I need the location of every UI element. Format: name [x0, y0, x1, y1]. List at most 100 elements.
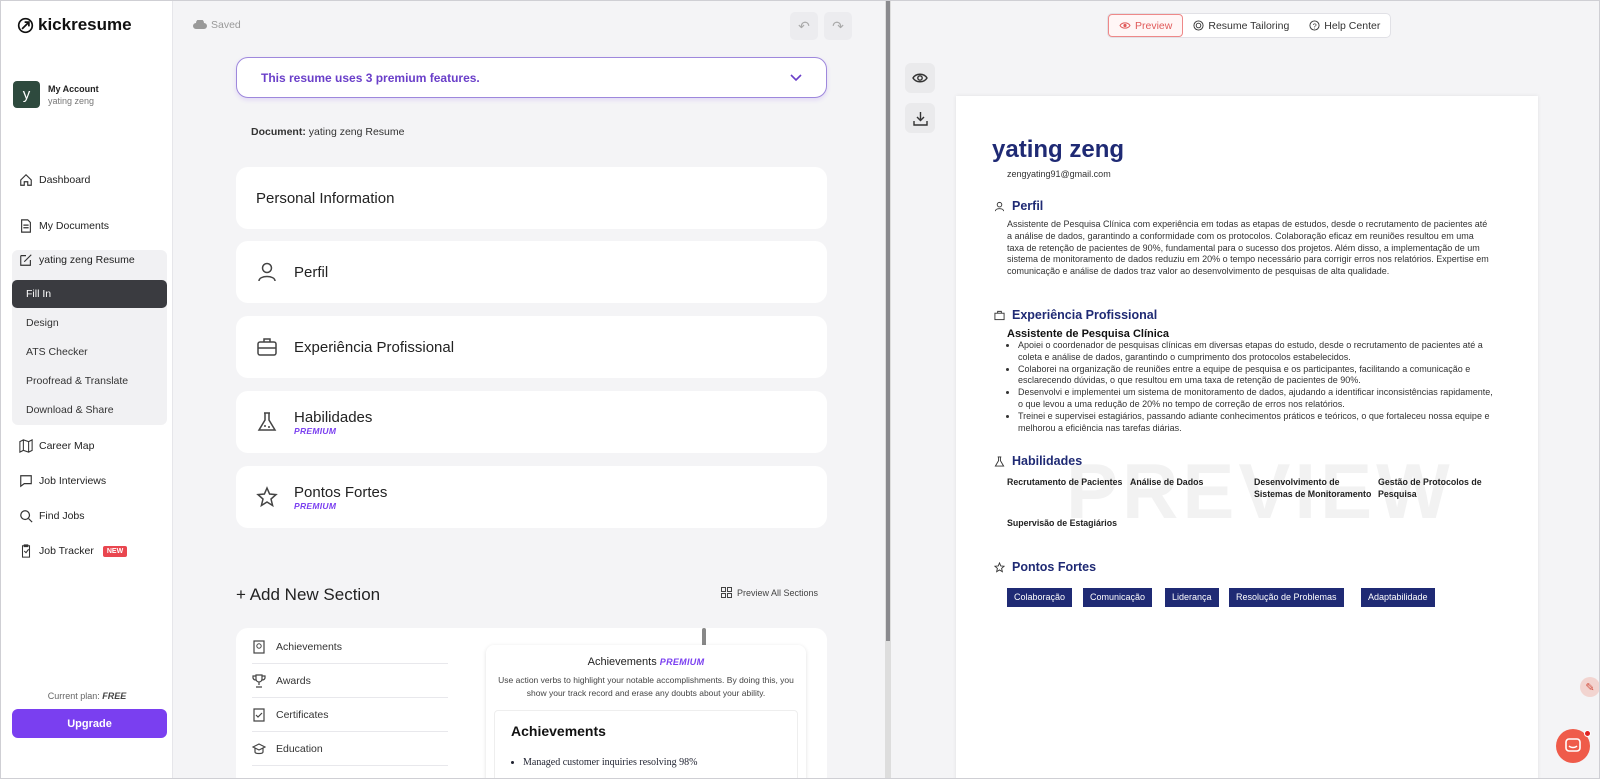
resume-skills-heading: Habilidades — [994, 454, 1082, 468]
new-section-list-panel: Achievements Awards Certificates Educati… — [236, 628, 827, 778]
document-label: Document: — [251, 126, 306, 138]
list-item-education[interactable]: Education — [252, 732, 448, 766]
resume-bullet: Treinei e supervisei estagiários, passan… — [1018, 411, 1496, 435]
resume-email: zengyating91@gmail.com — [1007, 169, 1111, 179]
flask-icon — [994, 455, 1005, 467]
svg-text:?: ? — [1313, 21, 1317, 30]
resume-bullet: Desenvolvi e implementei um sistema de m… — [1018, 387, 1496, 411]
undo-button[interactable]: ↶ — [790, 12, 818, 40]
list-item-awards[interactable]: Awards — [252, 664, 448, 698]
section-perfil[interactable]: Perfil — [236, 241, 827, 303]
list-item-achievements[interactable]: Achievements — [252, 630, 448, 664]
document-submenu: yating zeng Resume Fill In Design ATS Ch… — [12, 250, 167, 425]
edit-icon — [20, 254, 32, 266]
nav-find-jobs-label: Find Jobs — [39, 510, 85, 522]
premium-tag: PREMIUM — [659, 657, 705, 667]
section-habilidades[interactable]: Habilidades PREMIUM — [236, 391, 827, 453]
ach-card-sample: Achievements Managed customer inquiries … — [494, 709, 798, 778]
notification-dot — [1584, 730, 1591, 737]
tab-help-center-label: Help Center — [1324, 19, 1381, 32]
person-icon — [258, 262, 276, 282]
nav-career-map[interactable]: Career Map — [19, 439, 94, 453]
redo-button[interactable]: ↷ — [824, 12, 852, 40]
trophy-icon — [252, 673, 266, 688]
premium-tag: PREMIUM — [294, 500, 337, 511]
nav-job-interviews[interactable]: Job Interviews — [19, 474, 106, 488]
upgrade-button[interactable]: Upgrade — [12, 709, 167, 738]
certificate-icon — [253, 707, 265, 722]
list-item-certificates[interactable]: Certificates — [252, 698, 448, 732]
section-title: Experiência Profissional — [294, 338, 455, 356]
list-item-label: Education — [276, 742, 323, 755]
preview-tabs: Preview Resume Tailoring ? Help Center — [1107, 13, 1392, 38]
nav-job-tracker-label: Job Tracker — [39, 545, 94, 557]
eye-icon — [1119, 22, 1131, 29]
nav-my-documents[interactable]: My Documents — [19, 219, 109, 233]
app-window: kickresume y My Account yating zeng Dash… — [0, 0, 1600, 779]
document-icon — [21, 219, 31, 233]
premium-features-banner[interactable]: This resume uses 3 premium features. — [236, 57, 827, 98]
resume-skill: Supervisão de Estagiários — [1007, 518, 1118, 528]
tab-preview[interactable]: Preview — [1108, 14, 1184, 37]
badge-icon — [253, 639, 265, 654]
resume-job-title: Assistente de Pesquisa Clínica — [1007, 328, 1170, 340]
tab-help-center[interactable]: ? Help Center — [1299, 14, 1390, 37]
list-item-label: Certificates — [276, 708, 329, 721]
resume-strength-chip: Colaboração — [1007, 588, 1073, 607]
account-label: My Account — [48, 83, 99, 94]
resume-heading-text: Pontos Fortes — [1012, 560, 1097, 574]
section-title: Perfil — [294, 263, 329, 281]
editor-scrollbar[interactable] — [886, 1, 890, 641]
resume-skill: Recrutamento de Pacientes — [1007, 477, 1123, 487]
star-icon — [994, 561, 1005, 573]
preview-all-sections-button[interactable]: Preview All Sections — [721, 587, 818, 598]
chat-icon — [20, 475, 32, 488]
plan-value: FREE — [102, 691, 127, 701]
download-button[interactable] — [905, 103, 935, 133]
document-title: yating zeng Resume — [308, 126, 405, 138]
section-experiencia[interactable]: Experiência Profissional — [236, 316, 827, 378]
sub-ats-checker[interactable]: ATS Checker — [26, 346, 88, 358]
graduation-cap-icon — [252, 742, 266, 754]
accessibility-icon[interactable]: ✎ — [1580, 677, 1599, 697]
cloud-icon — [193, 20, 207, 29]
preview-panel: Preview Resume Tailoring ? Help Center P… — [891, 1, 1599, 778]
add-new-section-heading: + Add New Section — [236, 585, 381, 604]
resume-skill: Análise de Dados — [1130, 477, 1204, 487]
sub-fill-in[interactable]: Fill In — [12, 280, 167, 308]
resume-strength-chip: Adaptabilidade — [1361, 588, 1435, 607]
star-icon — [256, 486, 278, 508]
nav-career-map-label: Career Map — [39, 440, 95, 452]
account-menu[interactable]: y My Account yating zeng — [13, 81, 99, 108]
tab-resume-tailoring-label: Resume Tailoring — [1208, 19, 1290, 32]
resume-job-bullets: Apoiei o coordenador de pesquisas clínic… — [1018, 340, 1496, 434]
tab-preview-label: Preview — [1135, 19, 1173, 32]
premium-tag: PREMIUM — [294, 425, 337, 436]
resume-heading-text: Perfil — [1012, 199, 1044, 213]
sub-design[interactable]: Design — [26, 317, 59, 329]
undo-icon: ↶ — [798, 17, 810, 34]
resume-bullet: Apoiei o coordenador de pesquisas clínic… — [1018, 340, 1496, 364]
save-status-label: Saved — [211, 19, 241, 31]
nav-job-tracker[interactable]: Job Tracker NEW — [19, 544, 128, 558]
sub-proofread-translate[interactable]: Proofread & Translate — [26, 375, 128, 387]
nav-current-doc-label: yating zeng Resume — [39, 254, 135, 266]
redo-icon: ↷ — [832, 17, 844, 34]
toggle-preview-button[interactable] — [905, 63, 935, 93]
resume-perfil-heading: Perfil — [994, 199, 1043, 213]
resume-strength-chip: Resolução de Problemas — [1229, 588, 1344, 607]
section-pontos-fortes[interactable]: Pontos Fortes PREMIUM — [236, 466, 827, 528]
flask-icon — [257, 412, 277, 431]
nav-current-doc[interactable]: yating zeng Resume — [19, 253, 135, 267]
nav-dashboard[interactable]: Dashboard — [19, 173, 90, 187]
section-personal-information[interactable]: Personal Information — [236, 167, 827, 229]
kickresume-logo-icon — [17, 17, 34, 33]
resume-skill: Gestão de Protocolos de Pesquisa — [1378, 477, 1482, 499]
help-icon: ? — [1309, 20, 1320, 31]
chat-icon — [1565, 738, 1581, 752]
document-name: Document: yating zeng Resume — [251, 126, 405, 138]
sub-download-share[interactable]: Download & Share — [26, 404, 114, 416]
nav-find-jobs[interactable]: Find Jobs — [19, 509, 85, 523]
tab-resume-tailoring[interactable]: Resume Tailoring — [1183, 14, 1299, 37]
logo[interactable]: kickresume — [17, 15, 132, 35]
